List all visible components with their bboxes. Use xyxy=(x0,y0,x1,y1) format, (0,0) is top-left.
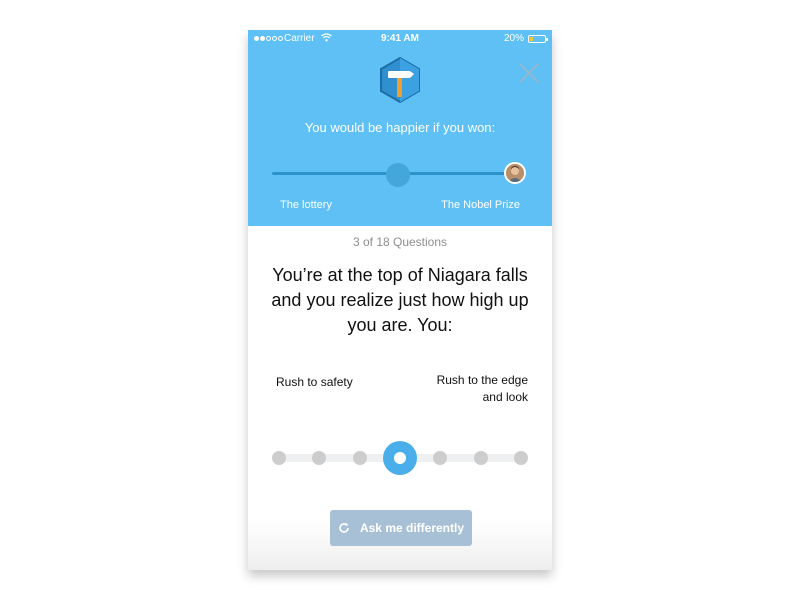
slider-label-left: The lottery xyxy=(280,199,332,211)
preference-slider-knob[interactable] xyxy=(386,163,410,187)
user-avatar xyxy=(504,162,526,184)
phone-screen: Carrier 9:41 AM 20% You would be happier… xyxy=(248,30,552,570)
hammer-hexagon-icon xyxy=(376,56,424,104)
battery-percent: 20% xyxy=(503,33,524,44)
answer-scale-dot[interactable] xyxy=(433,451,448,465)
status-bar: Carrier 9:41 AM 20% xyxy=(248,30,552,48)
close-icon xyxy=(518,62,540,84)
answer-scale-dot[interactable] xyxy=(312,451,327,465)
preference-prompt: You would be happier if you won: xyxy=(304,120,496,135)
option-right-label: Rush to the edge and look xyxy=(436,373,528,404)
answer-scale-dot[interactable] xyxy=(352,451,367,465)
answer-scale-dot[interactable] xyxy=(514,451,528,465)
refresh-icon xyxy=(339,522,349,533)
option-left-label: Rush to safety xyxy=(276,375,353,389)
answer-scale-dot-selected[interactable] xyxy=(383,441,417,475)
battery-icon xyxy=(528,35,548,43)
question-counter: 3 of 18 Questions xyxy=(352,235,448,249)
header-panel: Carrier 9:41 AM 20% You would be happier… xyxy=(248,30,552,226)
ask-differently-label: Ask me differently xyxy=(359,521,465,535)
slider-label-right: The Nobel Prize xyxy=(441,199,520,211)
answer-scale-dot[interactable] xyxy=(473,451,488,465)
question-text: You’re at the top of Niagara falls and y… xyxy=(271,265,529,335)
ask-differently-button[interactable]: Ask me differently xyxy=(330,510,472,546)
answer-scale-dot[interactable] xyxy=(272,451,286,465)
close-button[interactable] xyxy=(516,60,542,86)
